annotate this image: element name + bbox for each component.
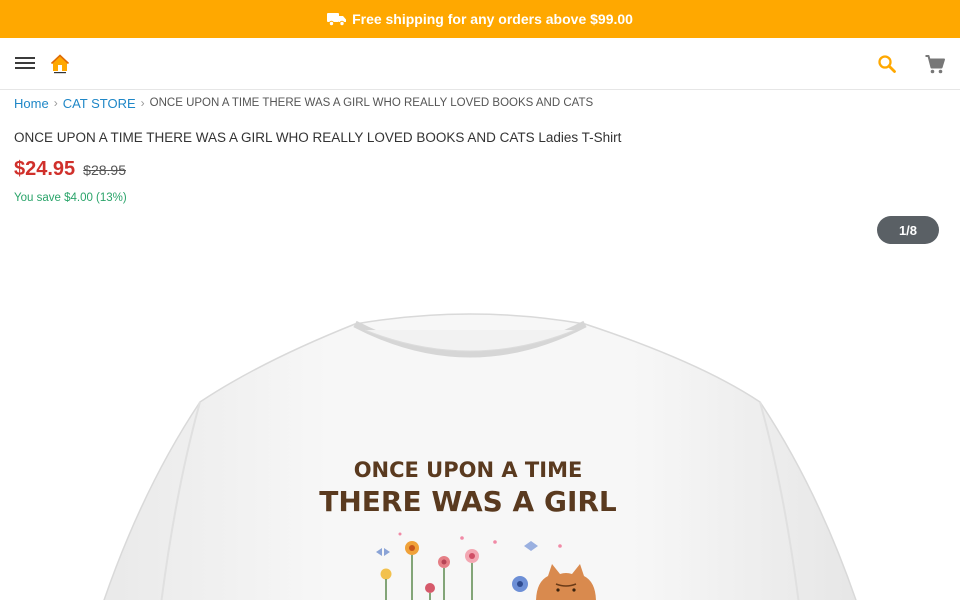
- hamburger-menu-icon: [15, 57, 35, 59]
- menu-button[interactable]: [14, 54, 36, 74]
- home-logo-icon[interactable]: [50, 54, 70, 74]
- image-counter-badge: 1/8: [877, 216, 939, 244]
- original-price: $28.95: [83, 162, 126, 178]
- price-row: $24.95 $28.95: [14, 158, 126, 181]
- print-line-2: THERE WAS A GIRL: [319, 485, 617, 518]
- breadcrumb-category-link[interactable]: CAT STORE: [63, 96, 136, 111]
- promo-banner: Free shipping for any orders above $99.0…: [0, 0, 960, 38]
- product-image[interactable]: ONCE UPON A TIME THERE WAS A GIRL: [0, 212, 960, 600]
- chevron-right-icon: ›: [53, 96, 58, 110]
- breadcrumb: Home › CAT STORE › ONCE UPON A TIME THER…: [14, 95, 593, 111]
- truck-icon: [327, 13, 347, 26]
- current-price: $24.95: [14, 158, 76, 180]
- promo-text: Free shipping for any orders above $99.0…: [352, 11, 633, 27]
- site-header: [0, 38, 960, 90]
- search-icon[interactable]: [876, 53, 898, 75]
- product-gallery[interactable]: ONCE UPON A TIME THERE WAS A GIRL 1/8: [0, 212, 960, 600]
- breadcrumb-current: ONCE UPON A TIME THERE WAS A GIRL WHO RE…: [149, 97, 594, 109]
- chevron-right-icon: ›: [140, 96, 145, 110]
- print-line-1: ONCE UPON A TIME: [354, 458, 583, 482]
- product-title: ONCE UPON A TIME THERE WAS A GIRL WHO RE…: [14, 130, 622, 145]
- savings-text: You save $4.00 (13%): [14, 192, 127, 204]
- shopping-cart-icon[interactable]: [924, 53, 946, 75]
- breadcrumb-home-link[interactable]: Home: [14, 96, 49, 111]
